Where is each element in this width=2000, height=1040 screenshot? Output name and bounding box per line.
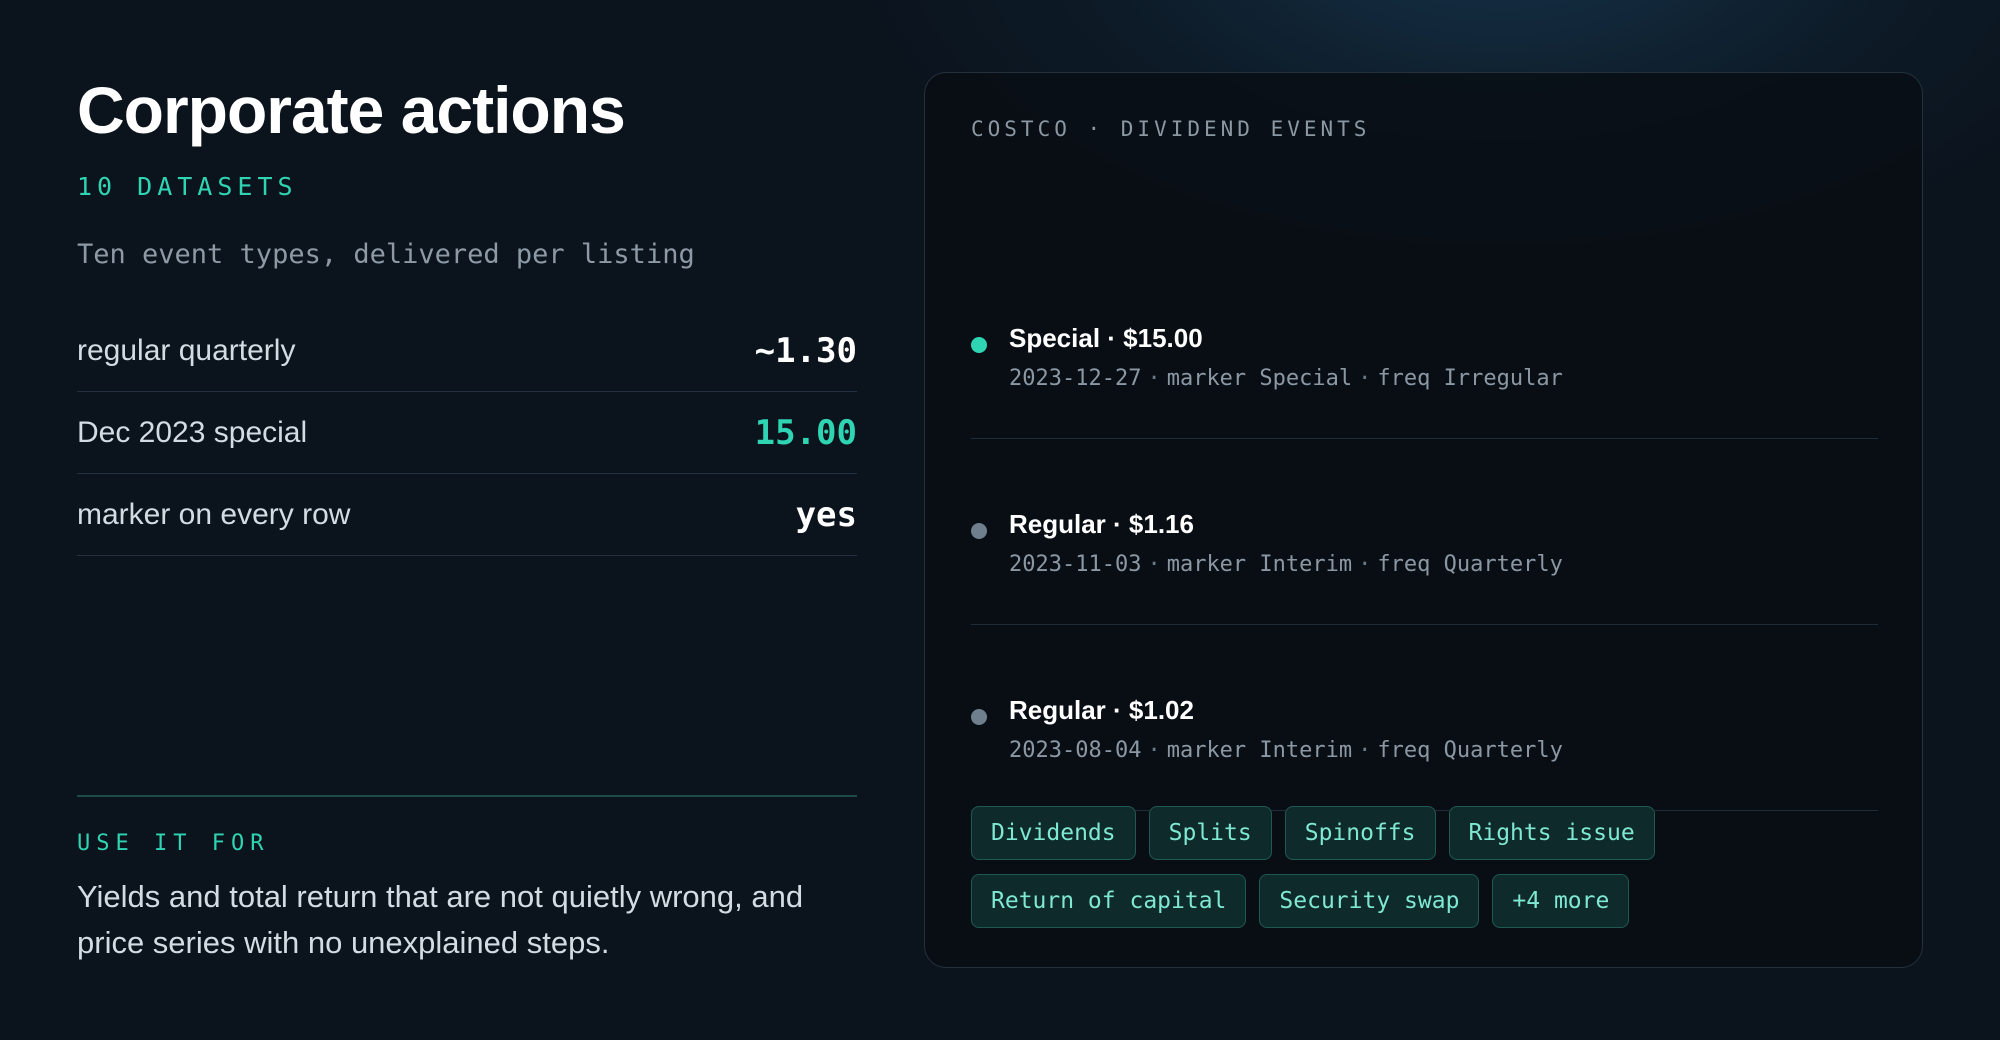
use-it-for-section: USE IT FOR Yields and total return that …: [77, 795, 857, 966]
event-title: Special · $15.00: [1009, 323, 1203, 353]
status-dot-icon: [971, 337, 987, 353]
event-list: Special · $15.00 2023-12-27 · marker Speci…: [971, 253, 1878, 811]
event-frequency: freq Quarterly: [1377, 552, 1563, 577]
tag-rights-issue[interactable]: Rights issue: [1448, 806, 1655, 860]
stat-label: regular quarterly: [77, 333, 296, 367]
dividend-events-panel: COSTCO · DIVIDEND EVENTS Special · $15.0…: [924, 72, 1923, 968]
section-description: Ten event types, delivered per listing: [77, 239, 695, 270]
stat-row-dec-special: Dec 2023 special 15.00: [77, 392, 857, 474]
stat-value: ~1.30: [754, 330, 857, 371]
stat-value: 15.00: [754, 412, 857, 453]
event-meta: 2023-12-27 · marker Special · freq Irregular: [1009, 366, 1563, 391]
tag-return-of-capital[interactable]: Return of capital: [971, 874, 1247, 928]
event-title: Regular · $1.16: [1009, 509, 1194, 539]
stat-row-regular-quarterly: regular quarterly ~1.30: [77, 310, 857, 392]
overview-section: Corporate actions 10 DATASETS Ten event …: [77, 70, 857, 556]
event-meta: 2023-08-04 · marker Interim · freq Quarterly: [1009, 738, 1563, 763]
event-type-tags: Dividends Splits Spinoffs Rights issue R…: [971, 806, 1878, 928]
panel-header: COSTCO · DIVIDEND EVENTS: [971, 117, 1371, 141]
event-title: Regular · $1.02: [1009, 695, 1194, 725]
event-item: Special · $15.00 2023-12-27 · marker Speci…: [971, 253, 1878, 439]
stat-label: marker on every row: [77, 497, 351, 531]
tag-spinoffs[interactable]: Spinoffs: [1284, 806, 1436, 860]
tag-more[interactable]: +4 more: [1492, 874, 1630, 928]
page-title: Corporate actions: [77, 73, 626, 147]
dataset-count: 10 DATASETS: [77, 172, 298, 201]
stats-list: regular quarterly ~1.30 Dec 2023 special…: [77, 310, 857, 556]
event-date: 2023-08-04: [1009, 738, 1142, 763]
stat-value: yes: [795, 494, 857, 535]
use-it-for-text: Yields and total return that are not qui…: [77, 879, 804, 960]
tag-security-swap[interactable]: Security swap: [1259, 874, 1480, 928]
status-dot-icon: [971, 523, 987, 539]
status-dot-icon: [971, 709, 987, 725]
event-meta: 2023-11-03 · marker Interim · freq Quarterly: [1009, 552, 1563, 577]
event-frequency: freq Irregular: [1377, 366, 1563, 391]
stat-label: Dec 2023 special: [77, 415, 308, 449]
tag-splits[interactable]: Splits: [1148, 806, 1272, 860]
event-marker: marker Interim: [1166, 552, 1353, 577]
use-it-for-label: USE IT FOR: [77, 831, 270, 856]
event-item: Regular · $1.16 2023-11-03 · marker Interi…: [971, 439, 1878, 625]
tag-dividends[interactable]: Dividends: [971, 806, 1136, 860]
event-item: Regular · $1.02 2023-08-04 · marker Interi…: [971, 625, 1878, 811]
event-date: 2023-11-03: [1009, 552, 1142, 577]
event-date: 2023-12-27: [1009, 366, 1142, 391]
event-marker: marker Interim: [1166, 738, 1353, 763]
event-frequency: freq Quarterly: [1377, 738, 1563, 763]
stat-row-marker: marker on every row yes: [77, 474, 857, 556]
event-marker: marker Special: [1166, 366, 1353, 391]
